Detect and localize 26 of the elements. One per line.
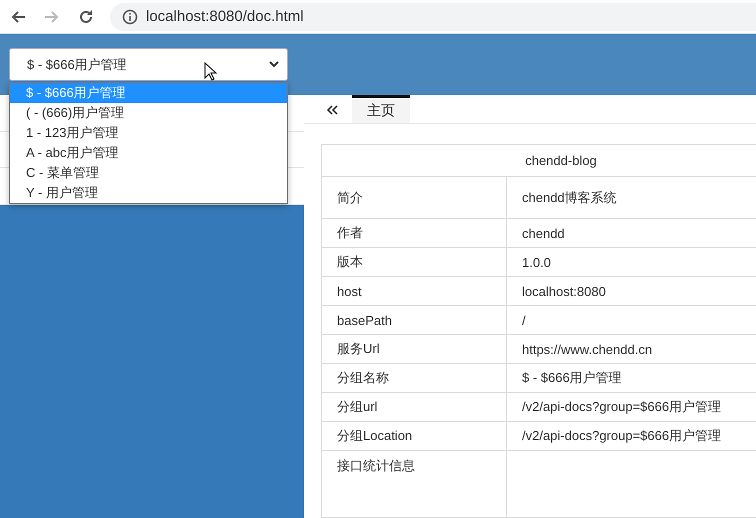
- table-cell: 分组url: [322, 392, 506, 422]
- double-chevron-icon: [326, 104, 338, 114]
- back-arrow-icon: [10, 8, 26, 24]
- table-title: chendd-blog: [322, 144, 756, 176]
- reload-icon: [78, 8, 94, 24]
- forward-arrow-icon: [44, 8, 60, 24]
- table-cell: basePath: [322, 306, 506, 334]
- info-icon: [122, 8, 138, 24]
- group-select[interactable]: $ - $666用户管理: [9, 48, 288, 81]
- tab[interactable]: 主页: [352, 95, 410, 123]
- table-cell: 作者: [322, 218, 506, 248]
- table-cell: 分组Location: [322, 422, 506, 450]
- table-cell: 分组名称: [322, 364, 506, 392]
- table-cell: 简介: [322, 176, 506, 218]
- dropdown-option[interactable]: C - 菜单管理: [10, 163, 287, 183]
- chevron-icon: [269, 61, 279, 68]
- table-cell: 接口统计信息: [322, 450, 506, 518]
- address-bar[interactable]: localhost:8080/doc.html: [110, 2, 756, 30]
- dropdown-option[interactable]: 1 - 123用户管理: [10, 123, 287, 143]
- table-cell: 版本: [322, 248, 506, 276]
- dropdown-option[interactable]: ( - (666)用户管理: [10, 103, 287, 123]
- table-cell: 服务Url: [322, 334, 506, 364]
- url-text: localhost:8080/doc.html: [146, 8, 304, 25]
- table-cell: host: [322, 276, 506, 306]
- dropdown-option[interactable]: Y - 用户管理: [10, 183, 287, 203]
- dropdown-option[interactable]: A - abc用户管理: [10, 143, 287, 163]
